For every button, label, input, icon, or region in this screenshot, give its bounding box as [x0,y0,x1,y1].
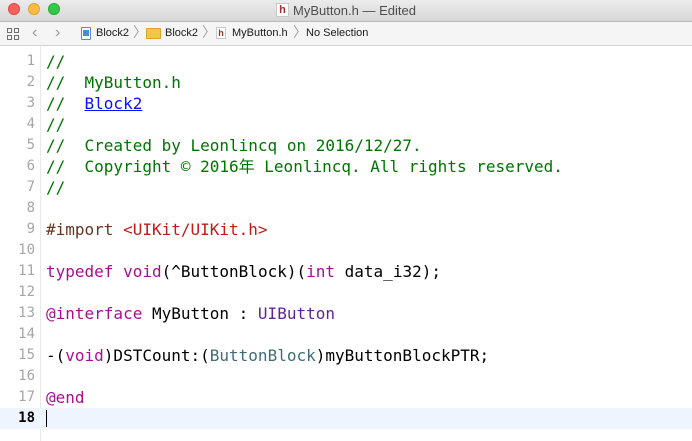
code-text: @end [46,387,85,408]
code-token: ButtonBlock [209,346,316,365]
code-link[interactable]: Block2 [85,94,143,113]
related-items-grid-icon[interactable] [7,28,19,40]
breadcrumb-file[interactable]: MyButton.h [232,27,288,40]
jump-bar: ‹ › Block2 〉 Block2 〉 h MyButton.h 〉 No … [0,22,692,46]
line-number: 17 [18,389,35,405]
window-title-filename: MyButton.h [293,3,359,18]
code-line[interactable]: 5 // Created by Leonlincq on 2016/12/27. [0,135,692,156]
line-number: 9 [26,221,35,237]
breadcrumb-project[interactable]: Block2 [96,27,129,40]
code-token: typedef [46,262,114,281]
code-text: // [46,51,65,72]
folder-icon [146,28,161,39]
code-line[interactable]: 18 [0,408,692,429]
line-number: 13 [18,305,35,321]
code-token: )myButtonBlockPTR; [315,346,490,365]
header-file-icon: h [276,3,290,17]
code-text: // [46,177,65,198]
window-title: h MyButton.h — Edited [0,3,692,18]
breadcrumb-group[interactable]: Block2 [165,27,198,40]
code-token: // [46,178,66,197]
code-text: // [46,114,65,135]
line-number: 5 [26,137,35,153]
code-line[interactable]: 13 @interface MyButton : UIButton [0,303,692,324]
code-token: // MyButton.h [46,73,181,92]
line-number: 10 [18,242,35,258]
line-number: 8 [26,200,35,216]
line-number: 14 [18,326,35,342]
code-text: // Copyright © 2016年 Leonlincq. All righ… [46,156,563,177]
header-file-icon: h [216,27,226,39]
source-editor[interactable]: 1 // 2 // MyButton.h 3 // Block2 4 // 5 // Create… [0,46,692,441]
line-number: 7 [26,179,35,195]
code-token: int [306,262,336,281]
code-token: (^ButtonBlock)( [161,262,307,281]
code-line[interactable]: 7 // [0,177,692,198]
code-text: // Block2 [46,93,142,114]
code-token: // [46,115,66,134]
text-cursor [46,410,47,427]
navigate-forward-button[interactable]: › [55,24,60,42]
code-token: // Created by Leonlincq on 2016/12/27. [46,136,422,155]
line-number: 15 [18,347,35,363]
line-number: 6 [26,158,35,174]
line-number: 1 [26,53,35,69]
line-number: 3 [26,95,35,111]
window-title-separator: — [362,3,376,18]
code-line[interactable]: 6 // Copyright © 2016年 Leonlincq. All rig… [0,156,692,177]
code-token: // [46,94,85,113]
code-line[interactable]: 9 #import <UIKit/UIKit.h> [0,219,692,240]
code-line[interactable]: 16 [0,366,692,387]
code-token: data_i32); [335,262,441,281]
code-text: @interface MyButton : UIButton [46,303,335,324]
code-line[interactable]: 14 [0,324,692,345]
breadcrumb-symbol[interactable]: No Selection [306,27,368,40]
code-line[interactable]: 4 // [0,114,692,135]
code-line[interactable]: 17 @end [0,387,692,408]
code-token: #import [46,220,124,239]
code-token: @end [46,388,85,407]
code-line[interactable]: 1 // [0,51,692,72]
code-text: // Created by Leonlincq on 2016/12/27. [46,135,422,156]
code-token: UIButton [257,304,335,323]
code-token: -( [46,346,66,365]
code-line[interactable]: 12 [0,282,692,303]
code-token: void [65,346,104,365]
code-token: MyButton : [142,304,258,323]
line-number: 18 [18,410,35,426]
code-token: )DSTCount:( [103,346,210,365]
line-number: 4 [26,116,35,132]
breadcrumb-separator: 〉 [133,24,147,40]
code-line[interactable]: 2 // MyButton.h [0,72,692,93]
code-text: // MyButton.h [46,72,181,93]
line-number: 2 [26,74,35,90]
code-text: -(void)DSTCount:(ButtonBlock)myButtonBlo… [46,345,489,366]
code-token: // Copyright © 2016年 Leonlincq. All righ… [46,157,563,176]
code-text: #import <UIKit/UIKit.h> [46,219,268,240]
line-number: 12 [18,284,35,300]
line-number: 16 [18,368,35,384]
code-token: @interface [46,304,143,323]
project-icon [81,27,91,40]
window-title-status: Edited [379,3,416,18]
line-number: 11 [18,263,35,279]
code-line[interactable]: 11 typedef void(^ButtonBlock)(int data_i3… [0,261,692,282]
title-bar: h MyButton.h — Edited [0,0,692,22]
code-token: // [46,52,66,71]
breadcrumb-separator: 〉 [293,24,307,40]
code-line[interactable]: 8 [0,198,692,219]
code-text: typedef void(^ButtonBlock)(int data_i32)… [46,261,441,282]
code-token: <UIKit/UIKit.h> [123,220,268,239]
code-token: void [123,262,162,281]
navigate-back-button[interactable]: ‹ [32,24,37,42]
code-line[interactable]: 3 // Block2 [0,93,692,114]
code-line[interactable]: 15 -(void)DSTCount:(ButtonBlock)myButtonB… [0,345,692,366]
code-line[interactable]: 10 [0,240,692,261]
breadcrumb-separator: 〉 [202,24,216,40]
